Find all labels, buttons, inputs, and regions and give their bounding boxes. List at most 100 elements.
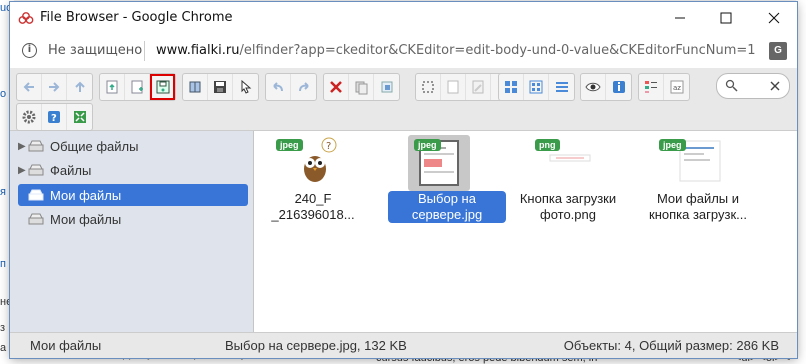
edit-button[interactable] xyxy=(466,74,491,100)
search-input[interactable] xyxy=(716,73,790,99)
drive-icon xyxy=(28,140,44,152)
nav-group xyxy=(16,73,93,101)
file-name: 240_F _216396018... xyxy=(271,191,355,222)
bg-fragment: а xyxy=(0,342,7,354)
archive-button[interactable] xyxy=(499,74,524,100)
drive-icon xyxy=(28,164,44,176)
redo-icon xyxy=(298,82,309,92)
history-group xyxy=(265,73,317,101)
tree-item-label: Файлы xyxy=(50,162,92,178)
help-button[interactable]: ? xyxy=(42,104,67,130)
fullscreen-button[interactable] xyxy=(67,104,92,130)
tree-item-files[interactable]: ▶ Файлы xyxy=(18,159,248,181)
tree-item-my-files-active[interactable]: Мои файлы xyxy=(18,184,248,206)
translate-icon[interactable]: G xyxy=(769,42,787,60)
expand-arrow-icon[interactable]: ▶ xyxy=(18,141,28,152)
download-button[interactable] xyxy=(150,74,175,100)
bg-fragment: з xyxy=(0,322,6,334)
settings-button[interactable] xyxy=(17,104,42,130)
eye-icon xyxy=(585,82,601,92)
file-name: Выбор на сервере.jpg xyxy=(388,191,506,223)
maximize-icon xyxy=(720,12,732,24)
url-path: /elfinder?app=ckeditor&CKEditor=edit-bod… xyxy=(239,43,756,58)
save-button[interactable] xyxy=(208,74,233,100)
sort-button[interactable]: az xyxy=(664,74,689,100)
new-file-icon xyxy=(131,80,143,94)
gear-icon xyxy=(22,110,36,124)
archive-group xyxy=(498,73,575,101)
bg-fragment: п xyxy=(0,258,6,270)
back-button[interactable] xyxy=(17,74,42,100)
close-icon xyxy=(768,12,780,24)
view-toggle-button[interactable] xyxy=(639,74,664,100)
upload-button[interactable] xyxy=(100,74,125,100)
info-icon[interactable]: i xyxy=(22,43,37,58)
tree-item-label: Мои файлы xyxy=(50,211,122,227)
sort-az-icon: az xyxy=(670,80,683,94)
edit-icon xyxy=(472,80,484,94)
close-button[interactable] xyxy=(751,2,797,34)
tree-item-my-files[interactable]: Мои файлы xyxy=(18,208,248,230)
window-title: File Browser - Google Chrome xyxy=(40,10,233,25)
file-name: Мои файлы и кнопка загрузк... xyxy=(649,191,747,222)
drive-icon xyxy=(28,189,44,201)
file-group xyxy=(99,73,176,101)
svg-text:az: az xyxy=(673,84,681,92)
settings-group: ? xyxy=(16,103,93,131)
file-browser-window: File Browser - Google Chrome i Не защище… xyxy=(10,2,797,358)
icons-view-icon xyxy=(645,81,657,93)
address-bar[interactable]: i Не защищено www.fialki.ru/elfinder?app… xyxy=(10,34,797,69)
paste-button[interactable] xyxy=(374,74,399,100)
url-field[interactable]: www.fialki.ru/elfinder?app=ckeditor&CKEd… xyxy=(156,43,756,58)
grid-alt-icon xyxy=(529,80,543,94)
undo-button[interactable] xyxy=(266,74,291,100)
redo-button[interactable] xyxy=(291,74,316,100)
expand-arrow-icon[interactable]: ▶ xyxy=(18,165,28,176)
drive-icon xyxy=(28,213,44,225)
title-bar[interactable]: File Browser - Google Chrome xyxy=(10,2,797,34)
arrow-up-icon xyxy=(74,81,85,92)
tree-item-common-files[interactable]: ▶ Общие файлы xyxy=(18,135,248,157)
delete-icon xyxy=(330,81,342,93)
copy-button[interactable] xyxy=(349,74,374,100)
undo-icon xyxy=(273,82,283,92)
save-icon xyxy=(214,81,226,93)
elfinder-toolbar: az ? xyxy=(10,68,797,131)
svg-text:?: ? xyxy=(326,141,331,152)
open-group xyxy=(182,73,259,101)
file-item-selected[interactable]: jpeg Выбор на сервере.jpg xyxy=(378,135,506,231)
list-view-button[interactable] xyxy=(549,74,574,100)
up-button[interactable] xyxy=(67,74,92,100)
extract-button[interactable] xyxy=(524,74,549,100)
security-label[interactable]: Не защищено xyxy=(48,43,142,58)
preview-button[interactable] xyxy=(581,74,606,100)
fullscreen-icon xyxy=(73,111,86,123)
select-button[interactable] xyxy=(233,74,258,100)
info-button[interactable] xyxy=(606,74,631,100)
download-icon xyxy=(156,80,169,94)
file-item[interactable]: jpeg Мои файлы и кнопка загрузк... xyxy=(639,135,757,231)
file-item[interactable]: png Кнопка загрузки фото.png xyxy=(509,135,627,231)
arrow-right-icon xyxy=(49,82,60,92)
file-item[interactable]: ? jpeg 240_F _216396018... xyxy=(254,135,372,231)
navbar-tree: ▶ Общие файлы ▶ Файлы Мои файлы Мои файл… xyxy=(10,131,254,358)
new-file-button[interactable] xyxy=(125,74,150,100)
open-button[interactable] xyxy=(183,74,208,100)
tree-item-label: Общие файлы xyxy=(50,138,139,154)
clear-search-icon[interactable] xyxy=(769,80,781,92)
file-type-badge: jpeg xyxy=(659,139,686,151)
rename-icon xyxy=(447,80,459,94)
duplicate-button[interactable] xyxy=(416,74,441,100)
status-bar: Мои файлы Выбор на сервере.jpg, 132 KB О… xyxy=(10,332,797,358)
grid-icon xyxy=(505,81,517,93)
copy-icon xyxy=(355,81,368,95)
status-path: Мои файлы xyxy=(30,338,102,353)
minimize-button[interactable] xyxy=(657,2,703,34)
forward-button[interactable] xyxy=(42,74,67,100)
background-page-right xyxy=(796,0,806,364)
rename-button[interactable] xyxy=(441,74,466,100)
maximize-button[interactable] xyxy=(703,2,749,34)
delete-button[interactable] xyxy=(324,74,349,100)
file-name: Кнопка загрузки фото.png xyxy=(519,191,617,222)
url-host: www.fialki.ru xyxy=(156,43,240,58)
